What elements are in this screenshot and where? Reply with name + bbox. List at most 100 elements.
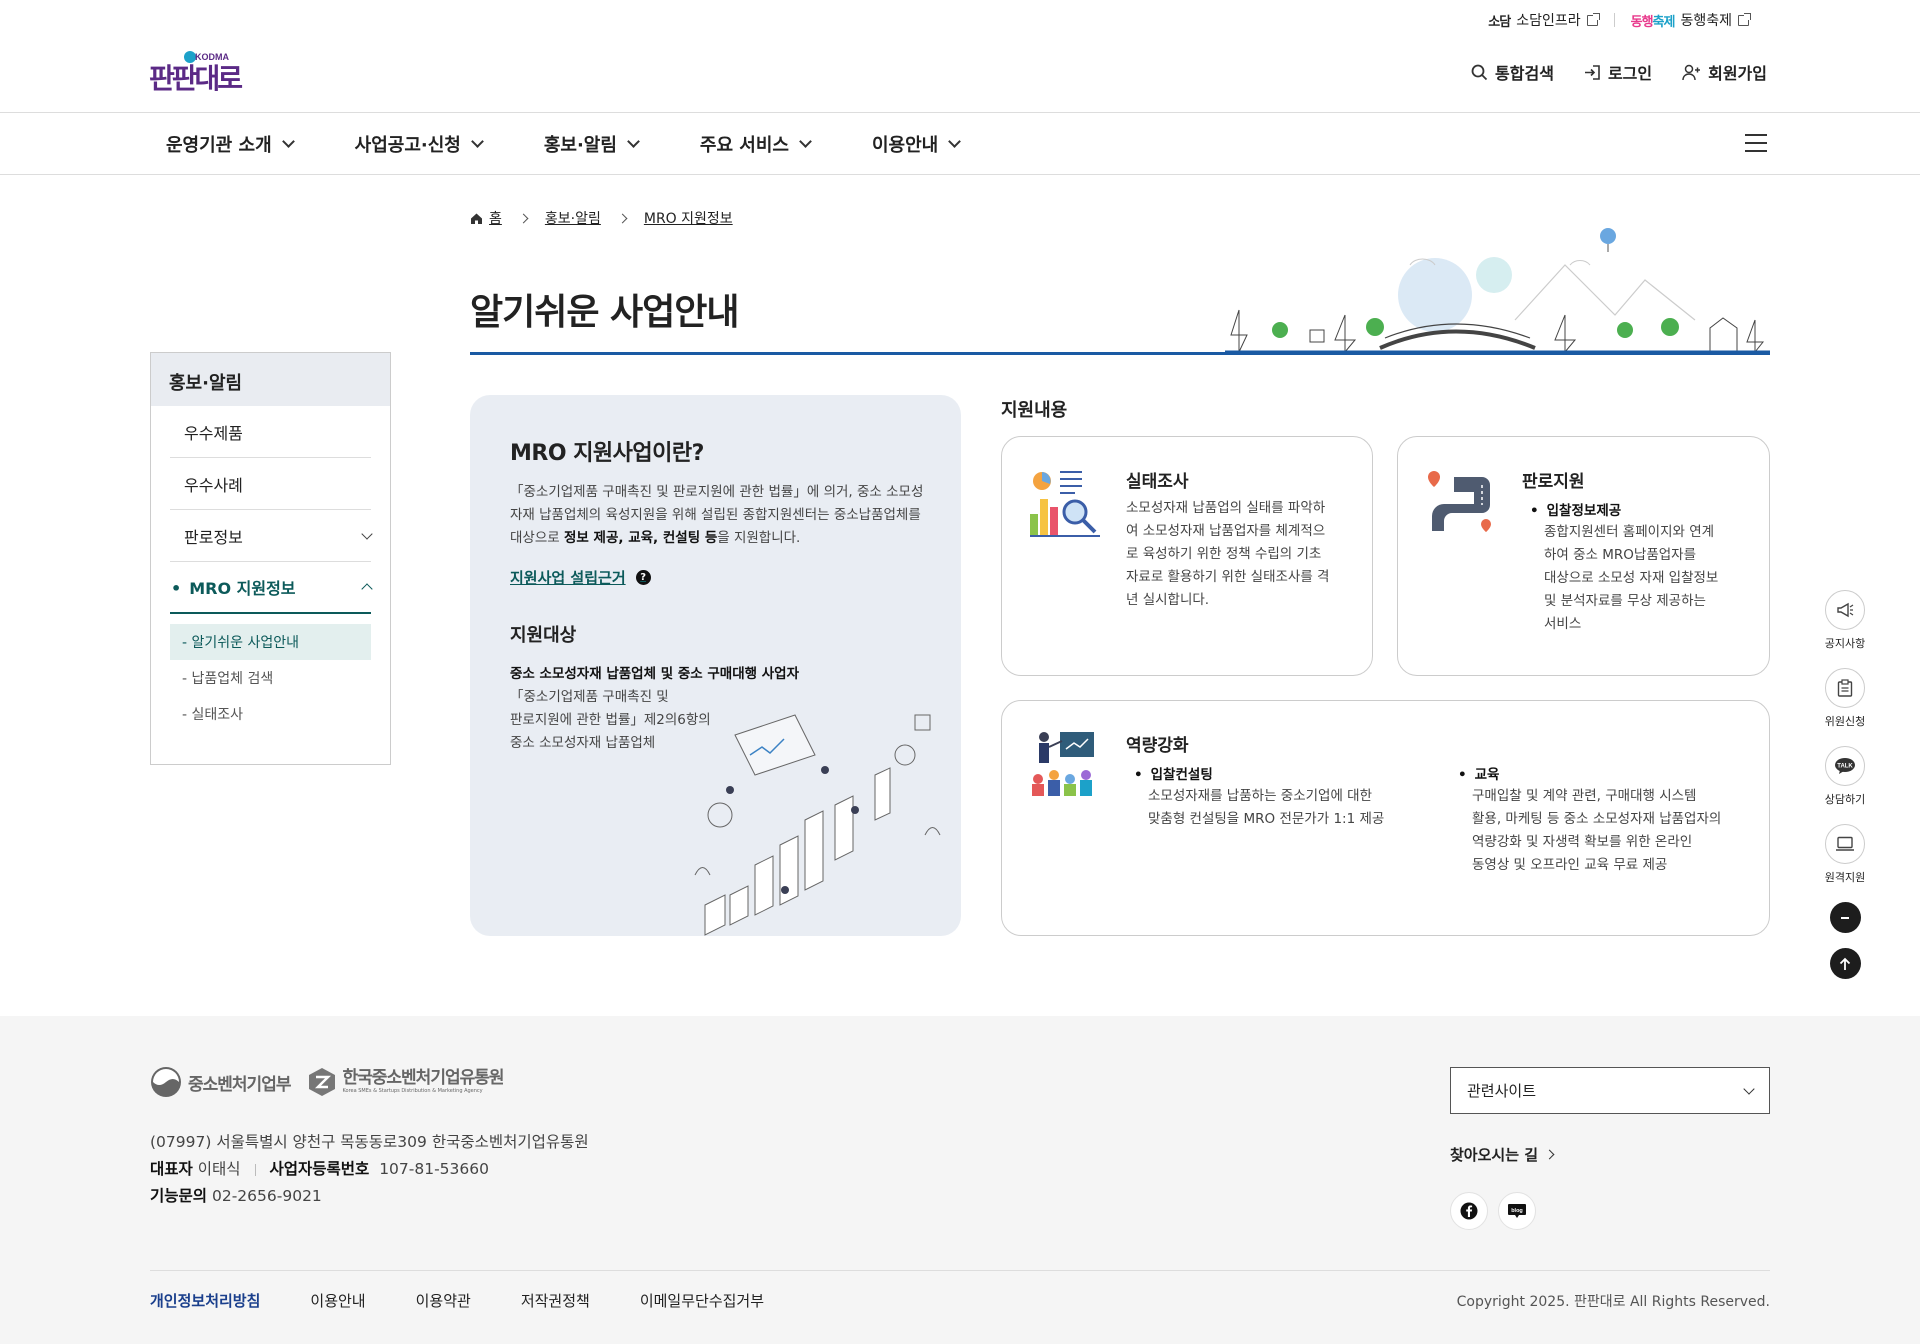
side-navigation-title: 홍보·알림 <box>151 353 390 406</box>
side-item-mro-support[interactable]: MRO 지원정보 <box>170 562 373 614</box>
directions-link[interactable]: 찾아오시는 길 <box>1450 1144 1555 1165</box>
mss-logo: 중소벤처기업부 <box>150 1066 291 1098</box>
divider <box>1613 13 1615 27</box>
chevron-down-icon <box>799 134 812 148</box>
breadcrumb-home[interactable]: 홈 <box>470 208 502 228</box>
minus-icon <box>1841 916 1849 919</box>
gnb-menu-about[interactable]: 운영기관 소개 <box>166 131 295 157</box>
page-title: 알기쉬운 사업안내 <box>470 292 739 333</box>
facebook-link[interactable] <box>1450 1192 1488 1230</box>
gnb-menu-guide[interactable]: 이용안내 <box>872 131 962 157</box>
capacity-bullet-consulting: 입찰컨설팅 <box>1134 763 1213 783</box>
footer-address: (07997) 서울특별시 양천구 목동동로309 한국중소벤처기업유통원 대표… <box>150 1133 589 1205</box>
blog-icon: blog <box>1508 1204 1526 1218</box>
side-sub-supplier-search[interactable]: - 납품업체 검색 <box>170 660 371 696</box>
usage-guide-link[interactable]: 이용안내 <box>310 1290 365 1311</box>
survey-card-title: 실태조사 <box>1126 472 1189 492</box>
external-link-icon <box>1586 12 1600 26</box>
hamburger-menu-icon[interactable] <box>1745 134 1767 152</box>
park-scenery-illustration <box>1225 228 1770 354</box>
quick-committee-button[interactable]: 위원신청 <box>1825 668 1865 729</box>
target-heading: 지원대상 <box>510 625 577 646</box>
chevron-down-icon <box>627 134 640 148</box>
sales-card: 판로지원 입찰정보제공 종합지원센터 홈페이지와 연계하여 중소 MRO납품업자… <box>1397 436 1770 676</box>
scroll-to-top-button[interactable] <box>1829 948 1861 979</box>
chevron-down-icon <box>470 134 484 148</box>
government-emblem-icon <box>151 1067 181 1097</box>
copyright-policy-link[interactable]: 저작권정책 <box>521 1290 590 1311</box>
donghaeng-festival-label: 동행축제 <box>1680 13 1732 29</box>
footer-links: 개인정보처리방침 이용안내 이용약관 저작권정책 이메일무단수집거부 <box>150 1290 764 1311</box>
sales-card-text: 종합지원센터 홈페이지와 연계 하여 중소 MRO납품업자를 대상으로 소모성 자재… <box>1544 524 1719 632</box>
support-section-title: 지원내용 <box>1001 400 1068 421</box>
capacity-bullet-education: 교육 <box>1458 763 1500 783</box>
chevron-right-icon <box>518 213 529 223</box>
blog-link[interactable]: blog <box>1498 1192 1536 1230</box>
side-submenu: - 알기쉬운 사업안내 - 납품업체 검색 - 실태조사 <box>170 614 371 732</box>
site-logo[interactable]: KODMA 판판대로 <box>149 48 269 96</box>
svg-text:TALK: TALK <box>1837 764 1853 770</box>
utility-bar: 소담 소담인프라 동행축제 동행축제 <box>1488 10 1751 30</box>
arrow-up-icon <box>1839 957 1851 970</box>
sodam-logo: 소담 <box>1488 14 1511 30</box>
donghaeng-festival-link[interactable]: 동행축제 동행축제 <box>1631 10 1751 30</box>
support-basis-link[interactable]: 지원사업 설립근거 ? <box>510 567 651 588</box>
login-button[interactable]: 로그인 <box>1584 60 1652 84</box>
copyright: Copyright 2025. 판판대로 All Rights Reserved… <box>1456 1294 1770 1310</box>
presentation-training-icon <box>1032 732 1094 796</box>
privacy-policy-link[interactable]: 개인정보처리방침 <box>150 1290 260 1311</box>
chevron-right-icon <box>1544 1149 1555 1160</box>
signup-button[interactable]: 회원가입 <box>1682 60 1767 84</box>
side-sub-business-guide[interactable]: - 알기쉬운 사업안내 <box>170 624 371 660</box>
breadcrumb-mro[interactable]: MRO 지원정보 <box>644 208 733 228</box>
search-label: 통합검색 <box>1495 64 1554 83</box>
panpandaero-logo-icon: KODMA 판판대로 <box>149 51 245 95</box>
sales-card-bullet: 입찰정보제공 <box>1530 499 1622 519</box>
global-navigation: 운영기관 소개 사업공고·신청 홍보·알림 주요 서비스 이용안내 <box>0 112 1920 175</box>
sodam-infra-link[interactable]: 소담 소담인프라 <box>1488 10 1600 30</box>
side-navigation: 홍보·알림 우수제품 우수사례 판로정보 MRO 지원정보 - 알기쉬운 사업안… <box>150 352 391 765</box>
breadcrumb: 홈 홍보·알림 MRO 지원정보 <box>470 208 733 228</box>
quick-remote-button[interactable]: 원격지원 <box>1825 824 1865 885</box>
capacity-card: 역량강화 입찰컨설팅 소모성자재를 납품하는 중소기업에 대한맞춤형 컨설팅을 … <box>1001 700 1770 936</box>
footer-logos: 중소벤처기업부 한국중소벤처기업유통원 Korea SMEs & Startup… <box>150 1066 505 1098</box>
gnb-menu-news[interactable]: 홍보·알림 <box>544 131 640 157</box>
kodma-logo: 한국중소벤처기업유통원 Korea SMEs & Startups Distri… <box>308 1067 505 1097</box>
footer-divider <box>150 1270 1770 1271</box>
megaphone-icon <box>1837 602 1854 618</box>
chevron-down-icon <box>281 134 295 148</box>
user-plus-icon <box>1682 64 1701 80</box>
gnb-menu-services[interactable]: 주요 서비스 <box>700 131 812 157</box>
side-sub-survey[interactable]: - 실태조사 <box>170 696 371 732</box>
intro-description: 「중소기업제품 구매촉진 및 판로지원에 관한 법률」에 의거, 중소 소모성자… <box>510 484 924 546</box>
integrated-search-button[interactable]: 통합검색 <box>1471 60 1554 84</box>
business-isometric-illustration <box>694 714 941 936</box>
talk-bubble-icon: TALK <box>1834 758 1855 774</box>
side-item-excellent-products[interactable]: 우수제품 <box>170 406 371 458</box>
search-icon <box>1471 64 1488 80</box>
svg-text:blog: blog <box>1511 1208 1523 1214</box>
social-links: blog <box>1450 1192 1536 1230</box>
title-underline <box>470 352 1770 355</box>
svg-text:판판대로: 판판대로 <box>149 62 242 95</box>
laptop-icon <box>1835 836 1854 851</box>
quick-menu: 공지사항 위원신청 TALK 상담하기 원격지원 <box>1822 590 1868 994</box>
external-link-icon <box>1738 12 1751 26</box>
quick-notice-button[interactable]: 공지사항 <box>1825 590 1865 651</box>
email-refusal-link[interactable]: 이메일무단수집거부 <box>640 1290 764 1311</box>
terms-link[interactable]: 이용약관 <box>416 1290 471 1311</box>
breadcrumb-news[interactable]: 홍보·알림 <box>545 208 601 228</box>
capacity-education-text: 구매입찰 및 계약 관련, 구매대행 시스템 활용, 마케팅 등 중소 소모성자재… <box>1472 788 1722 873</box>
chevron-up-icon <box>361 583 373 595</box>
sales-card-title: 판로지원 <box>1522 472 1585 492</box>
chevron-right-icon <box>617 213 628 223</box>
question-icon: ? <box>635 570 651 585</box>
signup-label: 회원가입 <box>1708 64 1767 83</box>
gnb-menu-business[interactable]: 사업공고·신청 <box>355 131 484 157</box>
svg-text:KODMA: KODMA <box>195 52 229 62</box>
related-sites-select[interactable]: 관련사이트 <box>1450 1067 1770 1114</box>
side-item-market-info[interactable]: 판로정보 <box>170 510 373 562</box>
side-item-excellent-cases[interactable]: 우수사례 <box>170 458 371 510</box>
quick-consult-button[interactable]: TALK 상담하기 <box>1825 746 1865 807</box>
collapse-quick-menu-button[interactable] <box>1829 902 1861 933</box>
